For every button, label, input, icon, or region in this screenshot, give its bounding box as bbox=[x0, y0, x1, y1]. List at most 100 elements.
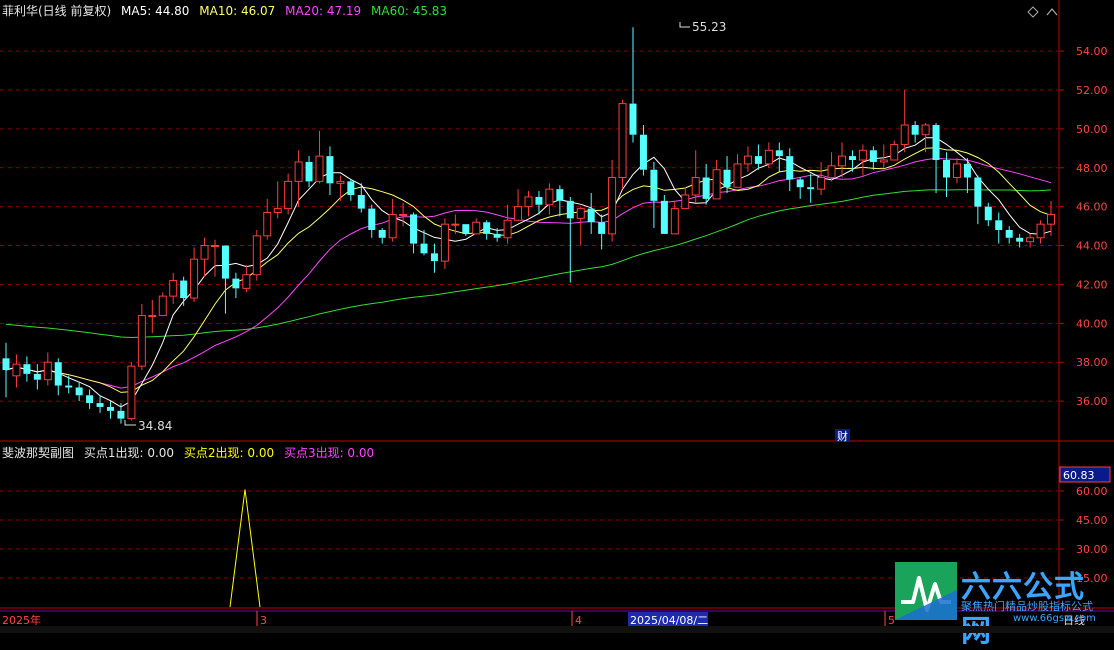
candle-down bbox=[117, 403, 125, 424]
candle-down bbox=[796, 177, 804, 199]
candle-up bbox=[576, 206, 585, 246]
candle-body bbox=[608, 177, 617, 235]
candle-body bbox=[911, 125, 919, 135]
price-tick-label: 38.00 bbox=[1076, 356, 1108, 369]
candle-down bbox=[75, 381, 83, 402]
candle-body bbox=[733, 163, 742, 188]
diamond-icon[interactable] bbox=[1027, 6, 1039, 18]
candle-body bbox=[12, 363, 21, 377]
candle-down bbox=[378, 228, 386, 244]
price-axis: 54.00 52.00 50.00 48.00 46.00 44.00 42.00 40.00… bbox=[1059, 45, 1108, 585]
candle-body bbox=[43, 361, 52, 381]
candle-up bbox=[190, 247, 199, 302]
candle-up bbox=[252, 230, 261, 281]
candle-body bbox=[556, 189, 564, 201]
candle-body bbox=[357, 195, 365, 209]
candle-body bbox=[963, 163, 971, 178]
candle-body bbox=[587, 208, 595, 223]
candle-body bbox=[96, 403, 104, 407]
price-tick-label: 42.00 bbox=[1076, 278, 1108, 291]
candle-body bbox=[670, 208, 679, 235]
price-tick-label: 36.00 bbox=[1076, 395, 1108, 408]
candle-up bbox=[618, 99, 627, 190]
candle-body bbox=[995, 220, 1003, 230]
ma10-line bbox=[5, 147, 1052, 393]
candle-down bbox=[702, 163, 710, 205]
candle-up bbox=[273, 181, 282, 219]
candle-body bbox=[576, 208, 585, 219]
candle-down bbox=[639, 125, 647, 176]
candle-body bbox=[775, 150, 783, 157]
candle-body bbox=[952, 163, 961, 178]
candle-body bbox=[879, 159, 888, 163]
candle-body bbox=[273, 208, 282, 214]
indicator-current-badge: 60.83 bbox=[1059, 466, 1111, 483]
candle-body bbox=[326, 156, 334, 184]
candle-body bbox=[535, 196, 543, 205]
candle-up bbox=[137, 303, 146, 370]
candle-body bbox=[200, 245, 209, 260]
candle-body bbox=[660, 200, 668, 234]
indicator-line-segment bbox=[229, 489, 246, 608]
candle-body bbox=[838, 155, 846, 167]
candle-body bbox=[263, 212, 272, 237]
candle-down bbox=[650, 161, 658, 229]
candle-body bbox=[75, 387, 83, 396]
high-price-label: 55.23 bbox=[692, 20, 726, 34]
finance-event-label: 财 bbox=[837, 429, 848, 443]
axis-year-label: 2025年 bbox=[2, 613, 41, 627]
candle-down bbox=[807, 173, 815, 203]
candle-down bbox=[754, 144, 762, 170]
candle-body bbox=[232, 278, 240, 289]
candle-body bbox=[754, 156, 762, 164]
indicator-tick-label: 60.00 bbox=[1076, 485, 1108, 498]
candle-up bbox=[336, 175, 345, 201]
candle-down bbox=[1005, 226, 1013, 244]
candle-down bbox=[786, 148, 794, 192]
candle-down bbox=[347, 179, 355, 201]
indicator-line-segment bbox=[244, 489, 261, 608]
candle-up bbox=[169, 272, 178, 304]
candle-down bbox=[107, 401, 114, 419]
candle-body bbox=[1026, 237, 1035, 243]
candle-up bbox=[952, 158, 961, 184]
candle-body bbox=[347, 181, 355, 195]
finance-event-marker[interactable]: 财 bbox=[835, 429, 850, 443]
candle-body bbox=[180, 280, 188, 299]
candle-up bbox=[284, 173, 293, 215]
moving-average-lines bbox=[5, 137, 1052, 408]
price-tick-label: 54.00 bbox=[1076, 45, 1108, 58]
price-tick-label: 52.00 bbox=[1076, 84, 1108, 97]
price-tick-label: 46.00 bbox=[1076, 201, 1108, 214]
candle-body bbox=[190, 258, 199, 299]
candle-up bbox=[1047, 200, 1055, 236]
candle-up bbox=[681, 187, 690, 210]
candle-down bbox=[23, 356, 31, 382]
candle-body bbox=[1047, 213, 1055, 225]
candle-down bbox=[556, 185, 564, 217]
candle-up bbox=[211, 239, 219, 277]
candle-body bbox=[900, 124, 909, 145]
candle-body bbox=[807, 187, 815, 190]
candle-body bbox=[921, 124, 930, 136]
candle-body bbox=[869, 150, 877, 162]
chart-canvas[interactable]: 54.00 52.00 50.00 48.00 46.00 44.00 42.00 40.00… bbox=[0, 0, 1114, 633]
candle-body bbox=[472, 221, 481, 235]
candle-body bbox=[890, 143, 899, 161]
candle-body bbox=[493, 233, 501, 238]
candle-body bbox=[1016, 237, 1024, 242]
candle-up bbox=[900, 90, 909, 153]
price-tick-label: 40.00 bbox=[1076, 317, 1108, 330]
candle-body bbox=[827, 165, 836, 178]
candle-body bbox=[848, 156, 856, 160]
collapse-icon[interactable] bbox=[1046, 8, 1058, 16]
grid-lines bbox=[0, 50, 1058, 579]
indicator-tick-label: 45.00 bbox=[1076, 514, 1108, 527]
candle-body bbox=[566, 200, 574, 219]
candle-down bbox=[180, 276, 188, 306]
candle-up bbox=[200, 237, 209, 277]
candlestick-series bbox=[2, 27, 1055, 424]
sheet-tab-strip[interactable] bbox=[0, 626, 1114, 633]
candle-body bbox=[158, 295, 167, 317]
candle-up bbox=[12, 354, 21, 388]
